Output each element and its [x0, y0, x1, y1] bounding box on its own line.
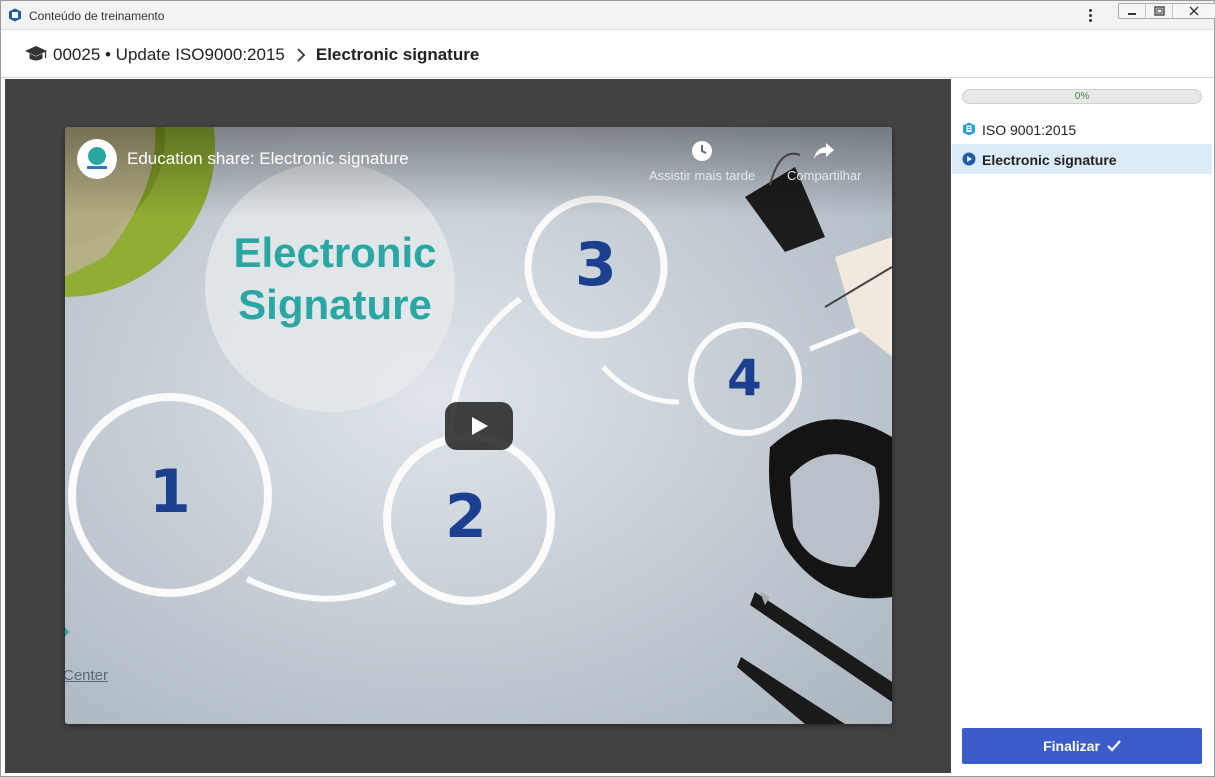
- channel-logo-icon: [87, 147, 107, 169]
- finish-button[interactable]: Finalizar: [962, 728, 1202, 764]
- restore-button[interactable]: [1146, 4, 1173, 18]
- watch-later-button[interactable]: Assistir mais tarde: [649, 139, 755, 183]
- video-player[interactable]: Education share: Electronic signature As…: [65, 127, 892, 724]
- graduation-cap-icon: [25, 46, 47, 61]
- breadcrumb-current: Electronic signature: [315, 45, 480, 64]
- play-icon: [472, 417, 488, 435]
- player-area: Education share: Electronic signature As…: [5, 79, 951, 773]
- app-logo-icon: [9, 8, 21, 22]
- watch-later-label: Assistir mais tarde: [649, 168, 756, 183]
- slide-title: Electronic Signature: [205, 227, 465, 331]
- document-icon: [963, 122, 975, 136]
- slide-title-line2: Signature: [238, 281, 432, 328]
- sidebar-item-label: ISO 9001:2015: [982, 122, 1077, 138]
- breadcrumb: 00025 • Update ISO9000:2015 Electronic s…: [53, 45, 479, 65]
- share-button[interactable]: Compartilhar: [787, 139, 861, 183]
- step-number-3: 3: [575, 230, 617, 300]
- sidebar-item-iso-9001[interactable]: ISO 9001:2015: [952, 114, 1212, 144]
- more-options-icon[interactable]: [1083, 7, 1097, 25]
- chevron-right-icon: [297, 48, 306, 62]
- play-circle-icon: [962, 152, 976, 166]
- close-icon: [1189, 6, 1199, 16]
- progress-label: 0%: [1074, 91, 1090, 102]
- restore-icon: [1154, 6, 1165, 16]
- sidebar-item-label: Electronic signature: [982, 152, 1117, 168]
- window-title: Conteúdo de treinamento: [29, 9, 165, 23]
- slide-footer-text: Center: [65, 667, 109, 684]
- clock-icon: [692, 141, 713, 161]
- breadcrumb-course[interactable]: 00025 • Update ISO9000:2015: [53, 45, 285, 65]
- close-button[interactable]: [1173, 4, 1215, 18]
- minimize-button[interactable]: [1119, 4, 1146, 18]
- window-controls: [1118, 3, 1215, 19]
- step-number-4: 4: [727, 349, 762, 407]
- video-title[interactable]: Education share: Electronic signature: [127, 149, 409, 169]
- share-label: Compartilhar: [787, 168, 862, 183]
- sidebar-item-electronic-signature[interactable]: Electronic signature: [952, 144, 1212, 174]
- app-window: Conteúdo de treinamento 00025 • Update I…: [0, 0, 1215, 777]
- video-top-overlay: [65, 127, 892, 217]
- step-number-2: 2: [445, 482, 487, 552]
- share-arrow-icon: [814, 143, 835, 159]
- play-button[interactable]: [445, 402, 513, 450]
- checkmark-icon: [1107, 740, 1121, 752]
- progress-bar: 0%: [962, 89, 1202, 104]
- slide-title-line1: Electronic: [233, 229, 437, 276]
- finish-label: Finalizar: [1043, 738, 1100, 754]
- channel-avatar[interactable]: [77, 139, 117, 179]
- step-number-1: 1: [149, 457, 191, 527]
- title-bar: Conteúdo de treinamento: [1, 1, 1215, 30]
- minimize-icon: [1128, 13, 1136, 15]
- breadcrumb-header: 00025 • Update ISO9000:2015 Electronic s…: [1, 30, 1214, 78]
- content-sidebar: 0% ISO 9001:2015 Electronic signature Fi…: [952, 79, 1214, 776]
